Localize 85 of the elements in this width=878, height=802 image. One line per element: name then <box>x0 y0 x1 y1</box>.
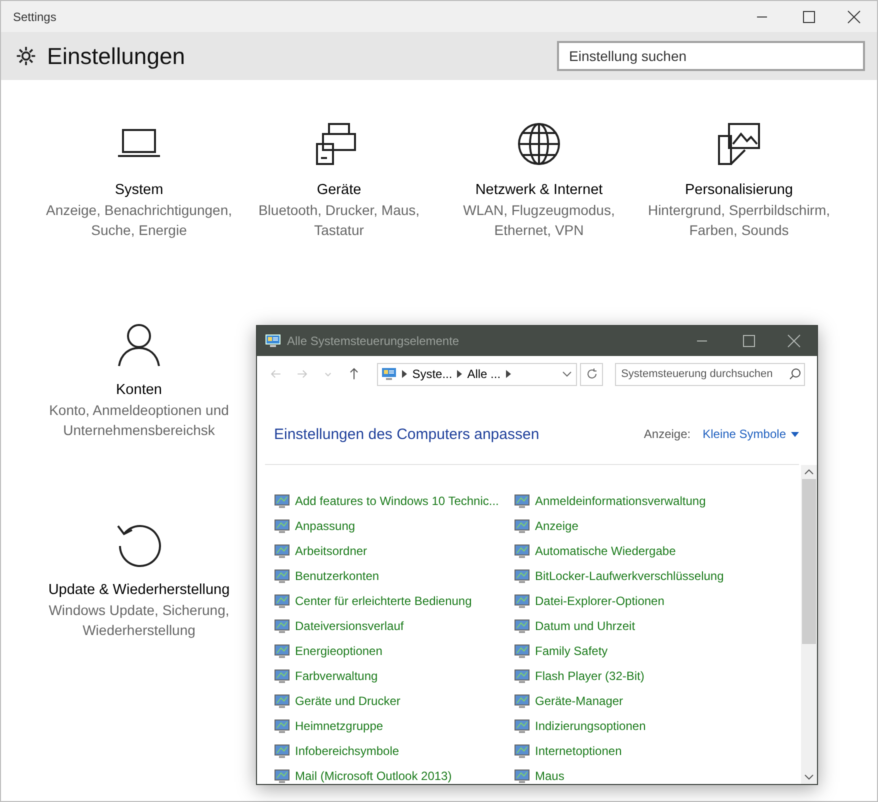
control-panel-item[interactable]: Indizierungsoptionen <box>514 713 754 738</box>
control-panel-item[interactable]: Add features to Windows 10 Technic... <box>274 488 514 513</box>
control-panel-item[interactable]: Heimnetzgruppe <box>274 713 514 738</box>
control-panel-item[interactable]: Automatische Wiedergabe <box>514 538 754 563</box>
applet-icon <box>514 642 530 658</box>
control-panel-item[interactable]: Infobereichsymbole <box>274 738 514 763</box>
applet-icon <box>274 692 290 708</box>
scrollbar[interactable] <box>801 465 817 784</box>
applet-icon <box>514 492 530 508</box>
applet-icon <box>274 518 290 534</box>
control-panel-item[interactable]: Family Safety <box>514 638 754 663</box>
picture-brush-icon <box>715 120 763 168</box>
window-title: Settings <box>13 10 58 24</box>
category-description: Bluetooth, Drucker, Maus, Tastatur <box>257 201 421 240</box>
applet-icon <box>514 718 530 734</box>
applet-icon <box>514 742 530 758</box>
category-description: Konto, Anmeldeoptionen und Unternehmensbereichsk <box>48 401 230 440</box>
applet-icon <box>514 692 530 708</box>
chevron-icon <box>457 370 462 378</box>
control-panel-item[interactable]: Dateiversionsverlauf <box>274 613 514 638</box>
settings-icon <box>15 45 37 67</box>
control-panel-icon <box>381 367 398 381</box>
page-title: Einstellungen <box>47 42 186 70</box>
applet-icon <box>514 542 530 558</box>
category-title[interactable]: Geräte <box>316 180 362 200</box>
view-label: Anzeige: <box>644 427 691 441</box>
applet-icon <box>274 642 290 658</box>
dropdown-caret-icon[interactable] <box>562 370 572 378</box>
control-panel-item[interactable]: Arbeitsordner <box>274 538 514 563</box>
category-title[interactable]: Netzwerk & Internet <box>475 180 603 200</box>
applet-icon <box>514 618 530 634</box>
category-description: Windows Update, Sicherung, Wiederherstellung <box>48 601 230 640</box>
category-description: Hintergrund, Sperrbildschirm, Farben, Sounds <box>646 201 832 240</box>
category-description: WLAN, Flugzeugmodus, Ethernet, VPN <box>462 201 616 240</box>
control-panel-item[interactable]: Internetoptionen <box>514 738 754 763</box>
search-icon <box>789 368 802 380</box>
control-panel-item[interactable]: Datum und Uhrzeit <box>514 613 754 638</box>
control-panel-item[interactable]: Anpassung <box>274 513 514 538</box>
breadcrumb-item[interactable]: Alle ... <box>467 367 501 381</box>
applet-icon <box>274 568 290 584</box>
applet-icon <box>514 592 530 608</box>
applet-icon <box>274 742 290 758</box>
control-panel-icon <box>265 334 281 348</box>
applet-icon <box>274 618 290 634</box>
control-panel-item[interactable]: Benutzerkonten <box>274 563 514 588</box>
control-panel-item[interactable]: Energieoptionen <box>274 638 514 663</box>
control-panel-item[interactable]: Flash Player (32-Bit) <box>514 663 754 688</box>
view-dropdown[interactable]: Kleine Symbole <box>702 427 799 441</box>
breadcrumb-item[interactable]: Syste... <box>412 367 452 381</box>
control-panel-item[interactable]: Geräte-Manager <box>514 688 754 713</box>
globe-icon <box>515 120 563 168</box>
applet-icon <box>274 718 290 734</box>
applet-icon <box>274 768 290 784</box>
refresh-button[interactable] <box>580 362 604 386</box>
control-panel-item[interactable]: Maus <box>514 763 754 784</box>
category-title[interactable]: Personalisierung <box>684 180 793 200</box>
chevron-icon <box>402 370 408 378</box>
category-title[interactable]: Konten <box>116 380 162 400</box>
category-title[interactable]: Update & Wiederherstellung <box>48 580 230 600</box>
applet-icon <box>514 568 530 584</box>
category-description: Anzeige, Benachrichtigungen, Suche, Energie <box>44 201 234 240</box>
applet-icon <box>274 492 290 508</box>
applet-icon <box>514 768 530 784</box>
applet-icon <box>274 542 290 558</box>
control-panel-item[interactable]: Anzeige <box>514 513 754 538</box>
applet-icon <box>274 592 290 608</box>
chevron-icon <box>506 370 511 378</box>
control-panel-item[interactable]: Datei-Explorer-Optionen <box>514 588 754 613</box>
window-title: Alle Systemsteuerungselemente <box>287 334 460 348</box>
applet-icon <box>514 518 530 534</box>
refresh-icon <box>586 368 598 380</box>
search-field[interactable]: Einstellung suchen <box>557 41 865 71</box>
address-bar[interactable]: Syste... Alle ... <box>377 362 578 386</box>
page-heading: Einstellungen des Computers anpassen <box>274 426 540 442</box>
applet-icon <box>274 668 290 684</box>
caret-icon <box>791 432 799 436</box>
search-field[interactable]: Systemsteuerung durchsuchen <box>615 362 806 386</box>
control-panel-item[interactable]: Geräte und Drucker <box>274 688 514 713</box>
control-panel-item[interactable]: Anmeldeinformationsverwaltung <box>514 488 754 513</box>
control-panel-item[interactable]: BitLocker-Laufwerkverschlüsselung <box>514 563 754 588</box>
control-panel-item[interactable]: Mail (Microsoft Outlook 2013) <box>274 763 514 784</box>
control-panel-item[interactable]: Center für erleichterte Bedienung <box>274 588 514 613</box>
control-panel-item[interactable]: Farbverwaltung <box>274 663 514 688</box>
category-title[interactable]: System <box>114 180 164 200</box>
applet-icon <box>514 668 530 684</box>
